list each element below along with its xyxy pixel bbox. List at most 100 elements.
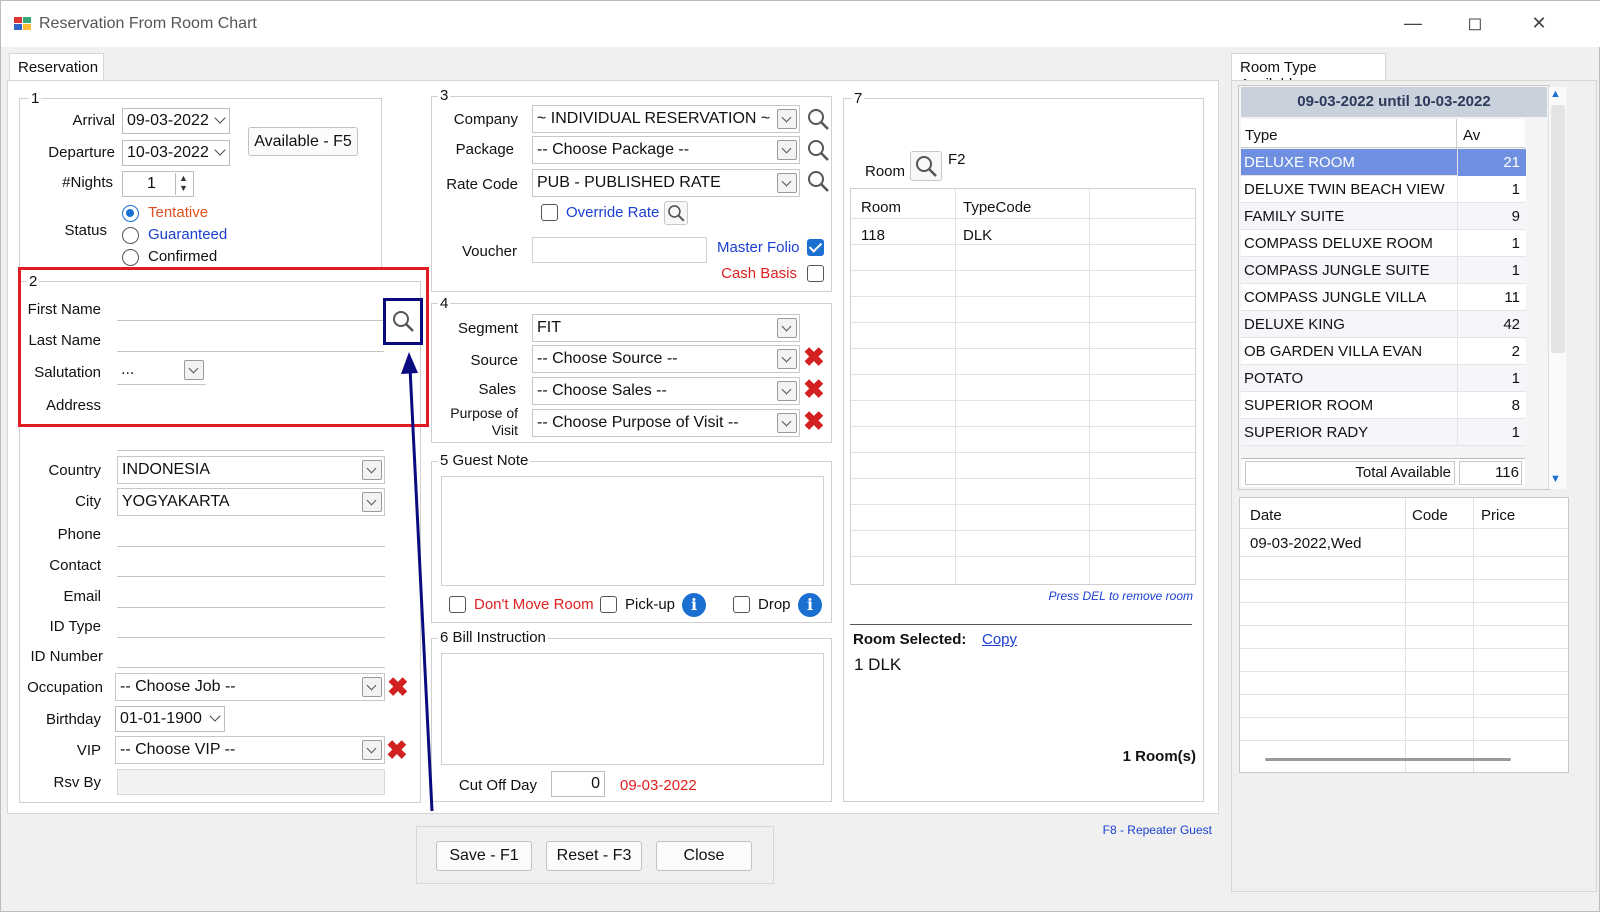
- scroll-down-icon[interactable]: ▼: [1550, 473, 1561, 485]
- room-search-icon[interactable]: [910, 151, 942, 181]
- room-type-row[interactable]: POTATO 1: [1241, 365, 1526, 392]
- status-guaranteed-radio[interactable]: [122, 227, 139, 244]
- segment-select[interactable]: FIT: [532, 314, 800, 342]
- rsv-by-input[interactable]: [117, 769, 385, 795]
- room-type-row[interactable]: DELUXE TWIN BEACH VIEW 1: [1241, 176, 1526, 203]
- city-value: YOGYAKARTA: [122, 493, 230, 510]
- status-tentative-radio[interactable]: [122, 205, 139, 222]
- country-select[interactable]: INDONESIA: [117, 456, 385, 484]
- reset-button[interactable]: Reset - F3: [546, 841, 642, 871]
- departure-date-picker[interactable]: 10-03-2022: [122, 140, 230, 166]
- contact-input[interactable]: [117, 551, 385, 577]
- app-icon: [14, 17, 31, 30]
- master-folio-checkbox[interactable]: [807, 239, 824, 256]
- room-type-row[interactable]: OB GARDEN VILLA EVAN 2: [1241, 338, 1526, 365]
- pickup-checkbox[interactable]: [600, 596, 617, 613]
- cut-off-day-input[interactable]: 0: [551, 771, 605, 797]
- table-row-line: [1240, 579, 1568, 580]
- tab-reservation[interactable]: Reservation: [9, 53, 104, 81]
- table-row-line: [851, 244, 1195, 245]
- occupation-select[interactable]: -- Choose Job --: [115, 673, 385, 701]
- nights-stepper[interactable]: 1 ▲ ▼: [122, 171, 194, 197]
- date-column-header: Date: [1250, 507, 1282, 524]
- selected-rooms-table[interactable]: [850, 188, 1196, 585]
- chevron-down-icon: [777, 349, 797, 369]
- room-type-row[interactable]: COMPASS JUNGLE VILLA 11: [1241, 284, 1526, 311]
- date-range-header: 09-03-2022 until 10-03-2022: [1241, 87, 1547, 117]
- arrival-date-picker[interactable]: 09-03-2022: [122, 108, 230, 134]
- room-type-row[interactable]: DELUXE KING 42: [1241, 311, 1526, 338]
- email-input[interactable]: [117, 582, 385, 608]
- sales-value: -- Choose Sales --: [537, 382, 667, 399]
- horizontal-scrollbar[interactable]: [1265, 758, 1511, 761]
- copy-link[interactable]: Copy: [982, 631, 1017, 648]
- rate-code-select[interactable]: PUB - PUBLISHED RATE: [532, 169, 800, 197]
- available-f5-button[interactable]: Available - F5: [248, 127, 358, 156]
- room-type-av: 2: [1511, 343, 1520, 360]
- save-button[interactable]: Save - F1: [436, 841, 532, 871]
- clear-purpose-icon[interactable]: ✖: [803, 408, 825, 434]
- rate-code-search-icon[interactable]: [804, 167, 832, 195]
- scroll-up-icon[interactable]: ▲: [1550, 88, 1561, 100]
- company-search-icon[interactable]: [804, 105, 832, 133]
- room-type-row[interactable]: FAMILY SUITE 9: [1241, 203, 1526, 230]
- package-select[interactable]: -- Choose Package --: [532, 136, 800, 164]
- maximize-icon[interactable]: ◻: [1465, 13, 1485, 34]
- room-row-typecode[interactable]: DLK: [963, 227, 992, 244]
- vip-label: VIP: [76, 742, 101, 759]
- room-type-av: 42: [1503, 316, 1520, 333]
- status-confirmed-radio[interactable]: [122, 249, 139, 266]
- window-title: Reservation From Room Chart: [39, 15, 257, 32]
- voucher-input[interactable]: [532, 237, 707, 263]
- close-window-icon[interactable]: ✕: [1529, 13, 1549, 34]
- city-select[interactable]: YOGYAKARTA: [117, 488, 385, 516]
- price-header-line: [1240, 528, 1568, 529]
- minimize-icon[interactable]: —: [1403, 13, 1423, 34]
- sales-select[interactable]: -- Choose Sales --: [532, 377, 800, 405]
- room-type-row[interactable]: DELUXE ROOM 21: [1241, 149, 1526, 176]
- annotation-arrow: [401, 352, 434, 812]
- room-type-name: SUPERIOR RADY: [1244, 424, 1369, 441]
- drop-checkbox[interactable]: [733, 596, 750, 613]
- guest-note-textarea[interactable]: [441, 476, 824, 586]
- birthday-date-picker[interactable]: 01-01-1900: [115, 706, 225, 732]
- occupation-label: Occupation: [27, 679, 103, 696]
- close-button[interactable]: Close: [656, 841, 752, 871]
- sales-label: Sales: [478, 381, 516, 398]
- table-row-line: [851, 426, 1195, 427]
- chevron-down-icon: [210, 712, 220, 722]
- spin-arrows-icon[interactable]: ▲ ▼: [175, 173, 191, 195]
- id-type-label: ID Type: [49, 618, 101, 635]
- vip-select[interactable]: -- Choose VIP --: [115, 736, 385, 764]
- table-row-line: [851, 478, 1195, 479]
- source-select[interactable]: -- Choose Source --: [532, 345, 800, 373]
- room-type-row[interactable]: SUPERIOR RADY 1: [1241, 419, 1526, 446]
- price-row-date[interactable]: 09-03-2022,Wed: [1250, 535, 1361, 552]
- highlight-search-box: [383, 298, 423, 345]
- clear-source-icon[interactable]: ✖: [803, 344, 825, 370]
- company-select[interactable]: ~ INDIVIDUAL RESERVATION ~: [532, 105, 800, 133]
- room-type-row[interactable]: SUPERIOR ROOM 8: [1241, 392, 1526, 419]
- tab-room-type-available[interactable]: Room Type Available: [1231, 53, 1386, 93]
- override-rate-search-icon[interactable]: [664, 201, 688, 225]
- cash-basis-checkbox[interactable]: [807, 265, 824, 282]
- room-label: Room: [865, 163, 906, 180]
- room-type-row[interactable]: COMPASS DELUXE ROOM 1: [1241, 230, 1526, 257]
- typecode-column-header: TypeCode: [963, 199, 1032, 216]
- id-type-input[interactable]: [117, 612, 385, 638]
- pickup-info-icon[interactable]: i: [682, 593, 706, 617]
- scrollbar-thumb[interactable]: [1551, 105, 1565, 353]
- bill-instruction-textarea[interactable]: [441, 653, 824, 765]
- arrival-value: 09-03-2022: [127, 112, 209, 129]
- purpose-select[interactable]: -- Choose Purpose of Visit --: [532, 409, 800, 437]
- id-number-input[interactable]: [117, 642, 385, 668]
- package-search-icon[interactable]: [804, 136, 832, 164]
- phone-input[interactable]: [117, 521, 385, 547]
- override-rate-checkbox[interactable]: [541, 204, 558, 221]
- repeater-guest-link[interactable]: F8 - Repeater Guest: [1031, 823, 1212, 837]
- room-type-row[interactable]: COMPASS JUNGLE SUITE 1: [1241, 257, 1526, 284]
- drop-info-icon[interactable]: i: [798, 593, 822, 617]
- clear-sales-icon[interactable]: ✖: [803, 376, 825, 402]
- room-row-room[interactable]: 118: [861, 227, 885, 244]
- dont-move-room-checkbox[interactable]: [449, 596, 466, 613]
